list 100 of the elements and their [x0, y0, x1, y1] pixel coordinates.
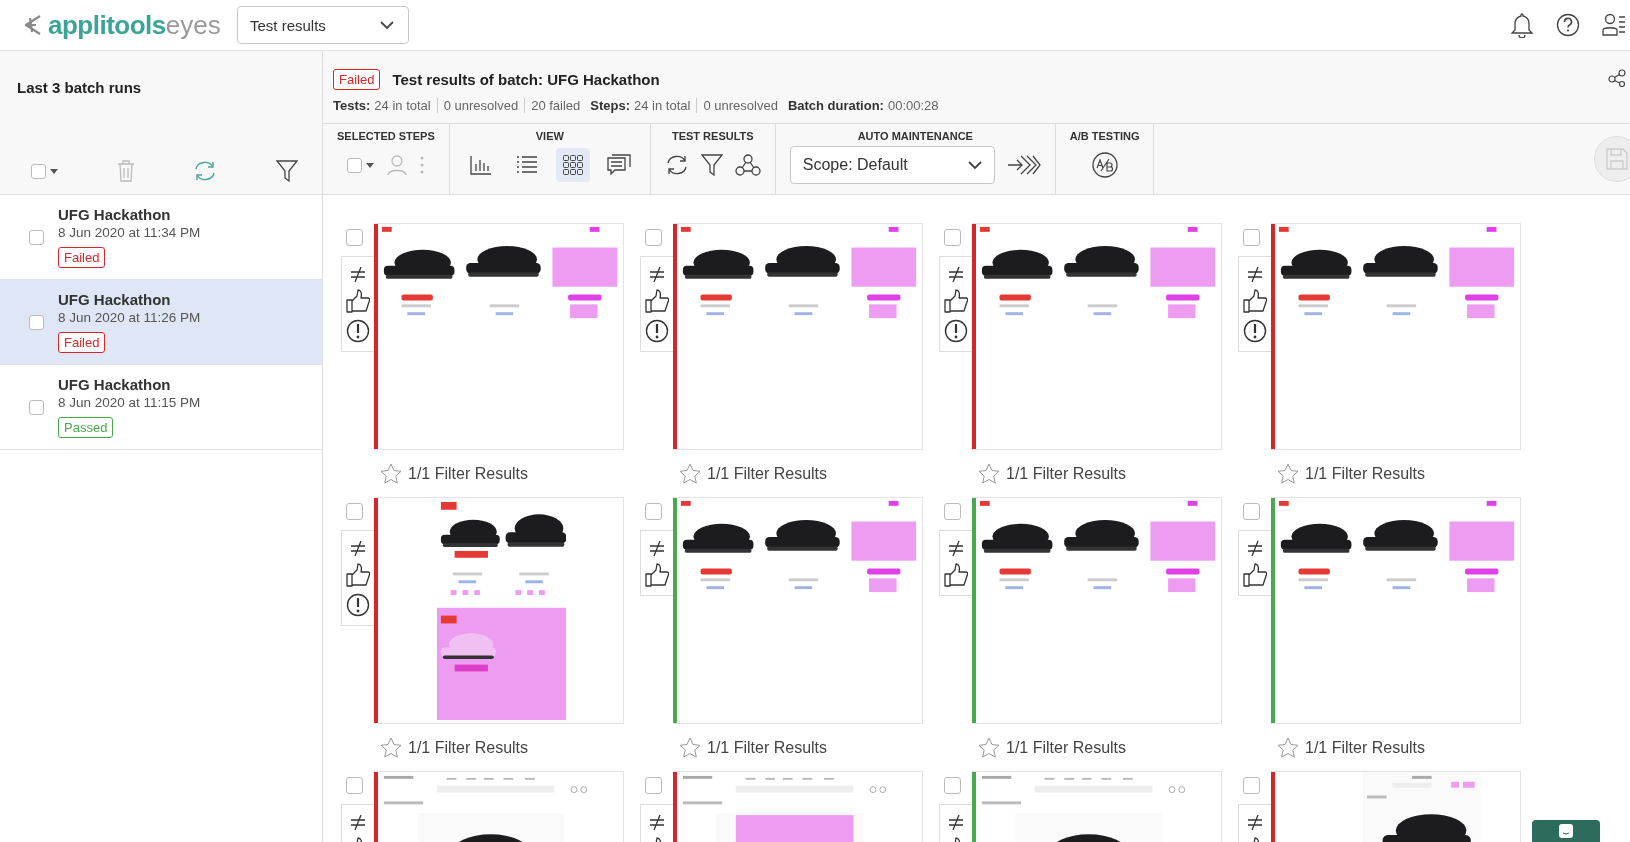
exclamation-icon[interactable]: [346, 319, 370, 343]
page-dropdown[interactable]: Test results: [237, 6, 409, 44]
thumbs-up-icon[interactable]: [944, 563, 968, 587]
filter-icon[interactable]: [700, 154, 723, 176]
batch-name: UFG Hackathon: [58, 376, 171, 393]
not-equal-icon[interactable]: [349, 813, 367, 831]
thumbs-up-icon[interactable]: [1243, 563, 1267, 587]
checkbox[interactable]: [347, 157, 363, 173]
logo-mark-icon: [22, 14, 42, 36]
thumbs-up-icon[interactable]: [944, 289, 968, 313]
branch-nodes-icon[interactable]: [734, 154, 761, 176]
star-icon[interactable]: [978, 737, 1000, 758]
screenshot-thumbnail[interactable]: [374, 223, 624, 450]
checkbox[interactable]: [944, 503, 961, 520]
screenshot-thumbnail[interactable]: [972, 223, 1222, 450]
checkbox[interactable]: [29, 229, 44, 245]
star-icon[interactable]: [679, 737, 701, 758]
not-equal-icon[interactable]: [349, 265, 367, 283]
checkbox[interactable]: [346, 777, 363, 794]
exclamation-icon[interactable]: [346, 593, 370, 617]
thumbs-up-icon[interactable]: [1243, 289, 1267, 313]
star-icon[interactable]: [1277, 737, 1299, 758]
bell-icon[interactable]: [1510, 12, 1534, 38]
checkbox[interactable]: [944, 777, 961, 794]
status-badge: Failed: [58, 332, 106, 353]
user-menu-icon[interactable]: [1602, 13, 1626, 37]
ab-test-icon[interactable]: [1091, 152, 1118, 178]
not-equal-icon[interactable]: [648, 813, 666, 831]
not-equal-icon[interactable]: [648, 265, 666, 283]
step-caption: 1/1 Filter Results: [707, 464, 828, 483]
batch-item[interactable]: UFG Hackathon 8 Jun 2020 at 11:26 PM Failed: [0, 280, 322, 365]
stat-value: 24 in total: [634, 98, 691, 113]
stat-value: 00:00:28: [887, 98, 939, 113]
forward-arrows-icon[interactable]: [1006, 154, 1041, 176]
exclamation-icon[interactable]: [1243, 319, 1267, 343]
exclamation-icon[interactable]: [645, 319, 669, 343]
batch-item[interactable]: UFG Hackathon 8 Jun 2020 at 11:15 PM Passed: [0, 365, 322, 450]
batch-title: Test results of batch: UFG Hackathon: [392, 71, 660, 88]
screenshot-thumbnail[interactable]: [374, 497, 624, 724]
comments-icon: [606, 154, 631, 176]
chevron-icon: [380, 20, 394, 30]
chat-button[interactable]: [1532, 820, 1600, 842]
share-icon[interactable]: [1608, 69, 1626, 87]
not-equal-icon[interactable]: [947, 265, 965, 283]
not-equal-icon[interactable]: [1246, 265, 1264, 283]
step-caption: 1/1 Filter Results: [1305, 464, 1426, 483]
stat-value: 24 in total: [374, 98, 431, 113]
checkbox[interactable]: [29, 399, 44, 415]
checkbox[interactable]: [31, 163, 46, 179]
star-icon[interactable]: [380, 463, 402, 484]
thumbs-up-icon[interactable]: [645, 289, 669, 313]
not-equal-icon[interactable]: [1246, 539, 1264, 557]
checkbox[interactable]: [346, 229, 363, 246]
caret-icon: [366, 162, 375, 168]
not-equal-icon[interactable]: [648, 539, 666, 557]
scope-dropdown[interactable]: Scope: Default: [789, 146, 995, 184]
chevron-icon: [967, 160, 982, 170]
step-caption: 1/1 Filter Results: [408, 738, 529, 757]
star-icon[interactable]: [978, 463, 1000, 484]
checkbox[interactable]: [346, 503, 363, 520]
help-icon[interactable]: [1556, 13, 1580, 37]
stat-label: Batch duration:: [787, 98, 884, 113]
screenshot-thumbnail[interactable]: [673, 223, 923, 450]
thumbs-up-icon[interactable]: [346, 563, 370, 587]
stat-label: Steps:: [590, 98, 631, 113]
step-caption: 1/1 Filter Results: [1305, 738, 1426, 757]
star-icon[interactable]: [679, 463, 701, 484]
view-mode-button[interactable]: [555, 148, 590, 182]
not-equal-icon[interactable]: [1246, 813, 1264, 831]
status-badge: Passed: [58, 417, 114, 438]
thumbs-up-icon[interactable]: [346, 289, 370, 313]
screenshot-thumbnail[interactable]: [1271, 223, 1521, 450]
screenshot-thumbnail[interactable]: [1271, 497, 1521, 724]
section-title: SELECTED STEPS: [337, 130, 435, 142]
not-equal-icon[interactable]: [947, 813, 965, 831]
checkbox[interactable]: [29, 314, 44, 330]
status-badge: Failed: [333, 69, 381, 90]
refresh-icon[interactable]: [664, 154, 689, 176]
checkbox[interactable]: [1243, 777, 1260, 794]
thumbs-up-icon[interactable]: [645, 563, 669, 587]
stat-label: Tests:: [333, 98, 371, 113]
filter-icon[interactable]: [275, 160, 298, 182]
not-equal-icon[interactable]: [947, 539, 965, 557]
star-icon[interactable]: [1277, 463, 1299, 484]
exclamation-icon[interactable]: [944, 319, 968, 343]
checkbox[interactable]: [645, 777, 662, 794]
screenshot-thumbnail[interactable]: [972, 497, 1222, 724]
stat-value: 0 unresolved: [696, 98, 778, 113]
step-caption: 1/1 Filter Results: [408, 464, 529, 483]
checkbox[interactable]: [1243, 229, 1260, 246]
screenshot-thumbnail[interactable]: [673, 497, 923, 724]
not-equal-icon[interactable]: [349, 539, 367, 557]
step-caption: 1/1 Filter Results: [1006, 738, 1127, 757]
checkbox[interactable]: [944, 229, 961, 246]
checkbox[interactable]: [645, 503, 662, 520]
sidebar-title: Last 3 batch runs: [17, 79, 143, 96]
batch-date: 8 Jun 2020 at 11:15 PM: [58, 395, 201, 410]
checkbox[interactable]: [1243, 503, 1260, 520]
checkbox[interactable]: [645, 229, 662, 246]
star-icon[interactable]: [380, 737, 402, 758]
